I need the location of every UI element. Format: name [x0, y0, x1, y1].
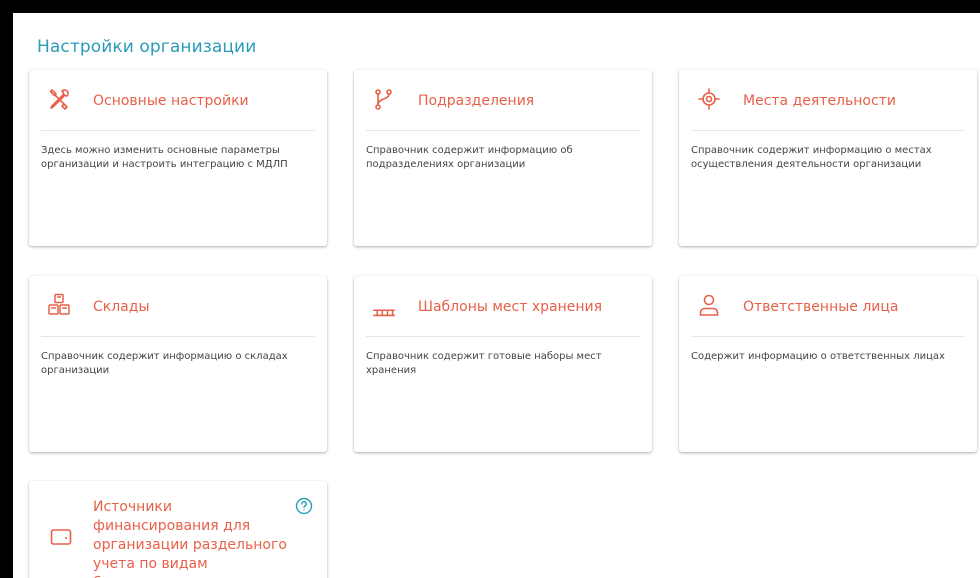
card-header: Места деятельности: [679, 70, 977, 132]
card-responsible-persons[interactable]: Ответственные лица Содержит информацию о…: [679, 276, 977, 452]
wallet-icon: [49, 525, 73, 549]
card-divider: [41, 336, 315, 337]
card-title: Места деятельности: [743, 93, 896, 109]
card-description: Справочник содержит информацию о местах …: [691, 145, 932, 170]
card-financing-sources[interactable]: Источники финансирования для организации…: [29, 481, 327, 578]
settings-frame: Настройки организации Основные настройки…: [11, 11, 980, 578]
card-title: Источники финансирования для организации…: [93, 499, 287, 578]
card-storage-templates[interactable]: Шаблоны мест хранения Справочник содержи…: [354, 276, 652, 452]
target-location-icon: [697, 87, 721, 111]
warehouse-boxes-icon: [47, 293, 71, 317]
card-header: Ответственные лица: [679, 276, 977, 338]
card-header: Основные настройки: [29, 70, 327, 132]
help-circle-icon[interactable]: [295, 497, 313, 515]
card-title: Основные настройки: [93, 93, 249, 109]
card-divider: [366, 130, 640, 131]
card-description: Здесь можно изменить основные параметры …: [41, 145, 288, 170]
card-header: Подразделения: [354, 70, 652, 132]
card-divider: [691, 130, 965, 131]
card-warehouses[interactable]: Склады Справочник содержит информацию о …: [29, 276, 327, 452]
tools-icon: [47, 87, 71, 111]
card-divider: [41, 130, 315, 131]
card-header: Шаблоны мест хранения: [354, 276, 652, 338]
person-icon: [697, 293, 721, 317]
page-title: Настройки организации: [37, 37, 257, 57]
shelf-icon: [372, 300, 396, 324]
card-divider: [366, 336, 640, 337]
card-description: Справочник содержит информацию об подраз…: [366, 145, 573, 170]
card-main-settings[interactable]: Основные настройки Здесь можно изменить …: [29, 70, 327, 246]
card-title: Склады: [93, 299, 150, 315]
card-description: Содержит информацию о ответственных лица…: [691, 351, 945, 362]
card-departments[interactable]: Подразделения Справочник содержит информ…: [354, 70, 652, 246]
card-header: Склады: [29, 276, 327, 338]
branch-icon: [372, 87, 396, 111]
card-description: Справочник содержит информацию о складах…: [41, 351, 288, 376]
card-title: Шаблоны мест хранения: [418, 299, 603, 315]
card-title: Подразделения: [418, 93, 535, 109]
card-title: Ответственные лица: [743, 299, 899, 315]
card-description: Справочник содержит готовые наборы мест …: [366, 351, 602, 376]
card-activity-places[interactable]: Места деятельности Справочник содержит и…: [679, 70, 977, 246]
card-divider: [691, 336, 965, 337]
